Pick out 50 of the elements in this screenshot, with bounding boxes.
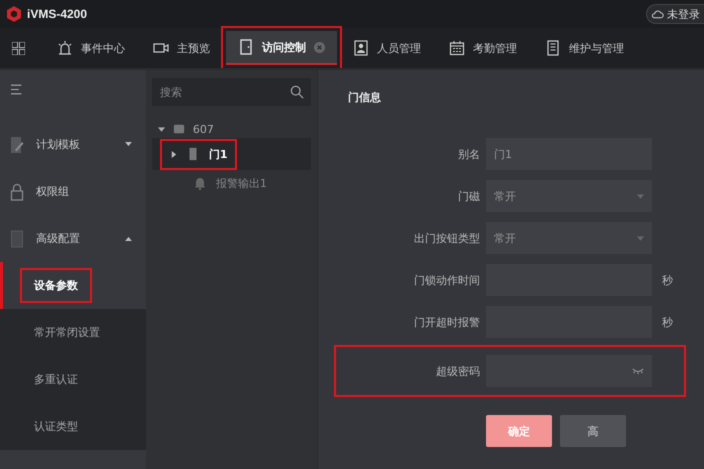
logo-icon bbox=[7, 6, 21, 22]
dropdown[interactable]: 常开 bbox=[486, 222, 652, 254]
bell-icon bbox=[194, 176, 206, 190]
lock-icon bbox=[10, 182, 24, 200]
sidebar-item[interactable]: 权限组 bbox=[0, 168, 146, 215]
caret-icon bbox=[637, 236, 644, 240]
device-panel-icon bbox=[545, 40, 561, 56]
field-label: 门锁动作时间 bbox=[413, 272, 480, 288]
menu-icon[interactable] bbox=[11, 84, 23, 95]
person-card-icon bbox=[353, 40, 369, 56]
document-edit-icon bbox=[10, 136, 24, 154]
field-label: 门磁 bbox=[457, 188, 480, 204]
password-field[interactable] bbox=[486, 355, 652, 387]
alarm-light-icon bbox=[57, 40, 73, 56]
module-tab[interactable]: 人员管理 bbox=[341, 31, 433, 65]
closed-eye-icon[interactable] bbox=[632, 368, 644, 374]
module-tab[interactable]: 主预览 bbox=[141, 31, 222, 65]
search-field[interactable]: 搜索 bbox=[152, 78, 311, 106]
cloud-icon bbox=[651, 8, 664, 20]
field-label: 门开超时报警 bbox=[413, 314, 480, 330]
tree-node[interactable]: 607 bbox=[152, 120, 311, 138]
field-label: 别名 bbox=[457, 146, 480, 162]
search-icon bbox=[290, 85, 304, 99]
caret-icon bbox=[637, 194, 644, 198]
input-field[interactable]: 门1 bbox=[486, 138, 652, 170]
dropdown[interactable]: 常开 bbox=[486, 180, 652, 212]
close-icon[interactable] bbox=[314, 42, 325, 52]
door-icon bbox=[238, 39, 254, 55]
sidebar-subitem[interactable]: 常开常闭设置 bbox=[0, 309, 146, 356]
field-label: 出门按钮类型 bbox=[413, 230, 480, 246]
sidebar-subitem[interactable]: 多重认证 bbox=[0, 356, 146, 403]
field-label: 超级密码 bbox=[435, 364, 480, 378]
grid-menu-icon[interactable] bbox=[12, 42, 25, 54]
tree-node[interactable]: 门1 bbox=[152, 138, 311, 170]
door-icon bbox=[10, 230, 24, 248]
sidebar-item[interactable]: 高级配置 bbox=[0, 215, 146, 262]
unit-label: 秒 bbox=[662, 272, 674, 288]
module-tab[interactable]: 维护与管理 bbox=[533, 31, 636, 65]
calendar-icon bbox=[449, 40, 465, 56]
door-icon bbox=[186, 147, 199, 161]
tree-node[interactable]: 报警输出1 bbox=[152, 170, 311, 196]
device-icon bbox=[172, 122, 185, 136]
module-tab[interactable]: 事件中心 bbox=[45, 31, 137, 65]
unit-label: 秒 bbox=[662, 314, 674, 330]
app-title: iVMS-4200 bbox=[27, 7, 88, 21]
login-button[interactable]: 未登录 bbox=[646, 4, 704, 24]
section-title: 门信息 bbox=[348, 90, 382, 105]
sidebar-subitem[interactable]: 认证类型 bbox=[0, 403, 146, 450]
sidebar-item[interactable]: 计划模板 bbox=[0, 121, 146, 168]
module-tab[interactable]: 考勤管理 bbox=[437, 31, 529, 65]
